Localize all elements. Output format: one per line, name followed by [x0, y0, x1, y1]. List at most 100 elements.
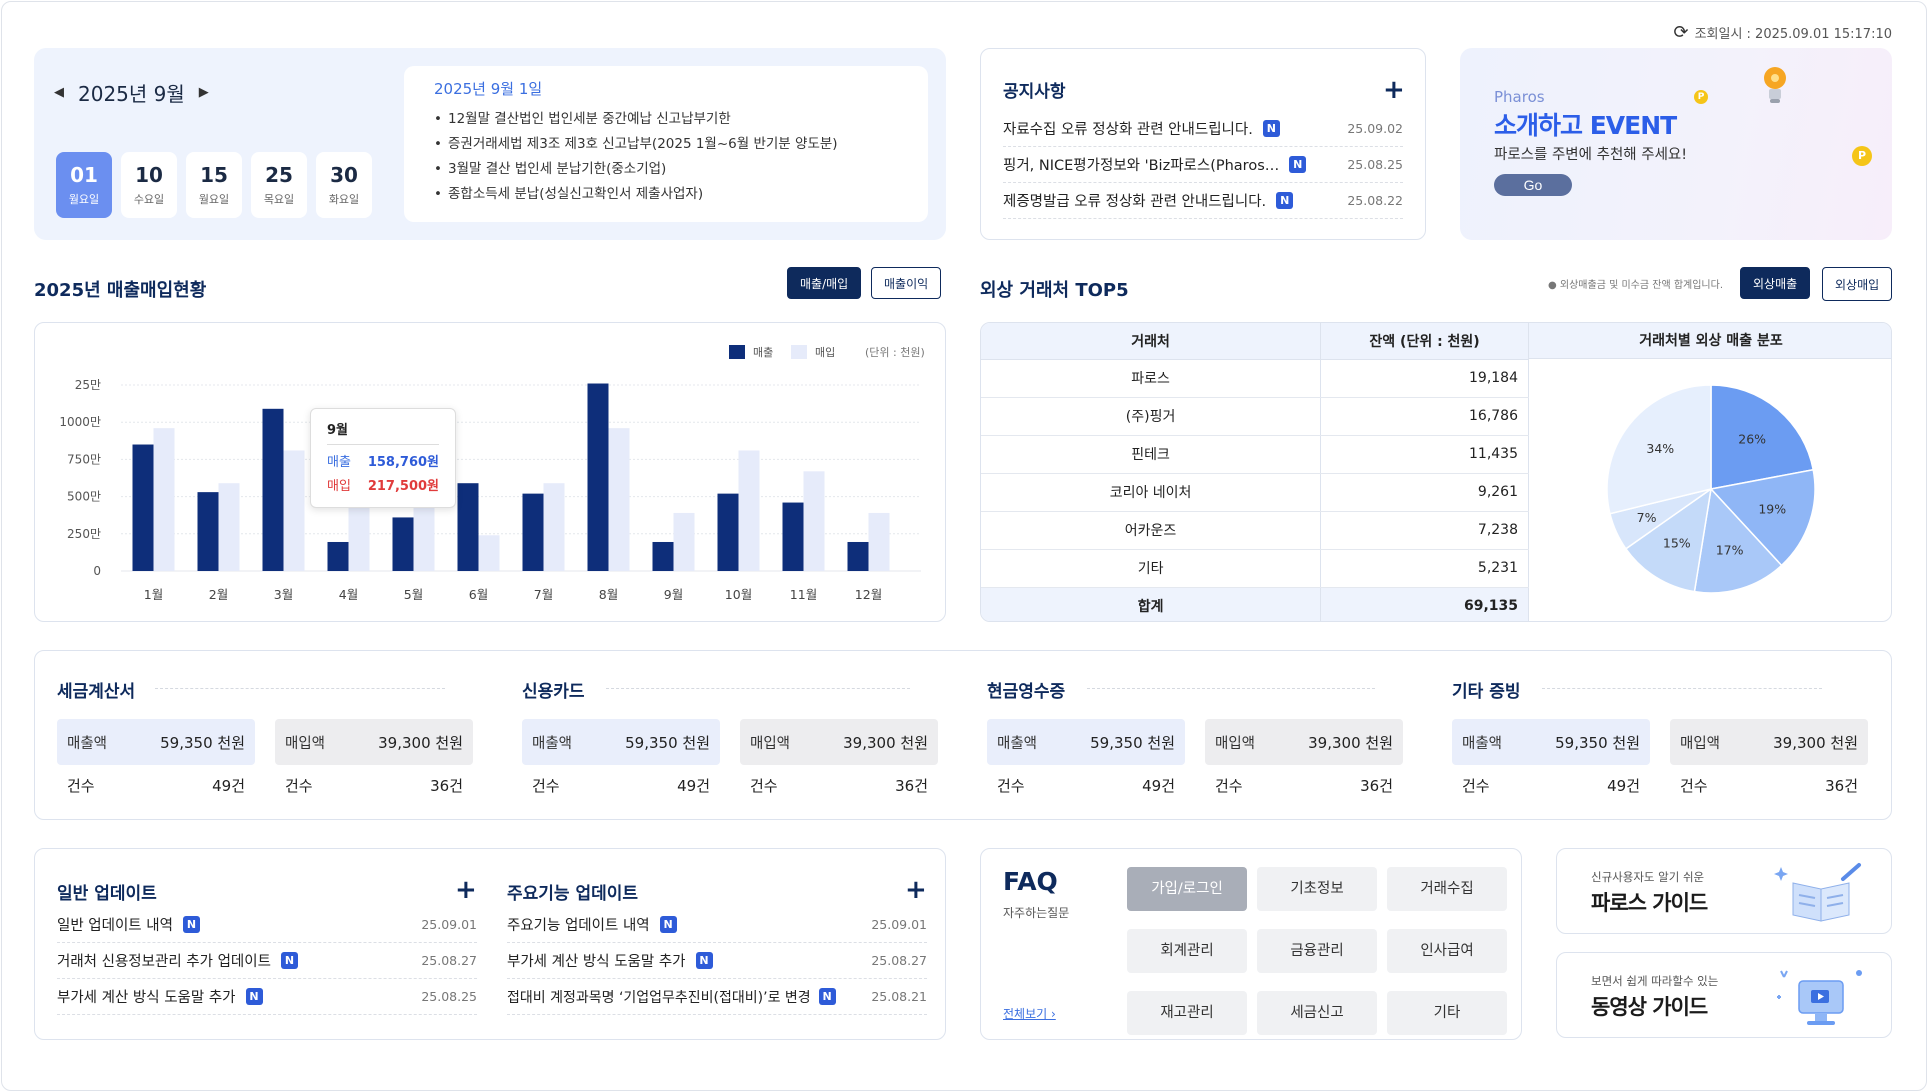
- update-item[interactable]: 접대비 계정과목명 ‘기업업무추진비(접대비)’로 변경 N 25.08.21: [507, 979, 927, 1015]
- bar-purchase[interactable]: [608, 428, 630, 571]
- sales-profit-toggle-button[interactable]: 매출이익: [871, 267, 942, 299]
- faq-category-transaction[interactable]: 거래수집: [1387, 867, 1507, 911]
- general-updates-more-icon[interactable]: +: [455, 877, 477, 903]
- bar-purchase[interactable]: [283, 450, 305, 571]
- chart-tooltip: 9월 매출 158,760원 매입 217,500원: [310, 408, 456, 508]
- sales-count: 건수 49건: [1452, 775, 1650, 799]
- bar-sales[interactable]: [392, 517, 414, 571]
- bar-purchase[interactable]: [543, 483, 565, 571]
- pill-value: 39,300 천원: [1308, 733, 1393, 752]
- event-brand: Pharos: [1494, 88, 1545, 106]
- purchase-amount-pill: 매입액 39,300 천원: [1205, 719, 1403, 765]
- event-go-button[interactable]: Go: [1494, 174, 1572, 196]
- refresh-icon[interactable]: ⟳: [1673, 22, 1688, 43]
- faq-category-payroll[interactable]: 인사급여: [1387, 929, 1507, 973]
- faq-category-signup[interactable]: 가입/로그인: [1127, 867, 1247, 911]
- update-item-date: 25.08.25: [421, 989, 477, 1004]
- day-chip[interactable]: 01 월요일: [56, 152, 112, 218]
- major-updates-more-icon[interactable]: +: [905, 877, 927, 903]
- coin-icon: P: [1852, 146, 1872, 166]
- table-row[interactable]: 코리아 네이처 9,261: [981, 473, 1529, 512]
- update-item-text: 일반 업데이트 내역: [57, 918, 173, 934]
- day-chip[interactable]: 15 월요일: [186, 152, 242, 218]
- faq-category-basic-info[interactable]: 기초정보: [1257, 867, 1377, 911]
- legend-label-sales: 매출: [753, 346, 773, 359]
- faq-category-accounting[interactable]: 회계관리: [1127, 929, 1247, 973]
- evidence-block-credit-card: 신용카드 매출액 59,350 천원 매입액 39,300 천원 건수 49건 건수 3…: [500, 651, 938, 821]
- faq-category-finance[interactable]: 금융관리: [1257, 929, 1377, 973]
- divider: [1087, 688, 1375, 689]
- notice-item-date: 25.09.02: [1347, 121, 1403, 136]
- table-row[interactable]: 기타 5,231: [981, 549, 1529, 588]
- video-guide-card[interactable]: 보면서 쉽게 따라할수 있는 동영상 가이드: [1556, 952, 1892, 1038]
- bar-sales[interactable]: [197, 492, 219, 571]
- new-badge: N: [818, 988, 836, 1005]
- bar-purchase[interactable]: [673, 512, 695, 571]
- update-item[interactable]: 주요기능 업데이트 내역 N 25.09.01: [507, 907, 927, 943]
- next-month-icon[interactable]: ▶: [199, 85, 209, 100]
- update-item[interactable]: 거래처 신용정보관리 추가 업데이트 N 25.08.27: [57, 943, 477, 979]
- new-badge: N: [659, 916, 677, 933]
- purchase-count: 건수 36건: [1670, 775, 1868, 799]
- divider: [1542, 688, 1822, 689]
- table-row[interactable]: 어카운즈 7,238: [981, 511, 1529, 550]
- total-label: 합계: [981, 587, 1322, 621]
- notice-item[interactable]: 제증명발급 오류 정상화 관련 안내드립니다. N 25.08.22: [1003, 183, 1403, 219]
- refresh-status[interactable]: ⟳ 조회일시 : 2025.09.01 15:17:10: [1673, 22, 1892, 43]
- bar-purchase[interactable]: [803, 471, 825, 571]
- sales-section-title: 2025년 매출매입현황: [34, 280, 207, 301]
- prev-month-icon[interactable]: ◀: [54, 85, 64, 100]
- bar-purchase[interactable]: [738, 450, 760, 571]
- x-tick-label: 12월: [855, 587, 882, 602]
- faq-category-inventory[interactable]: 재고관리: [1127, 991, 1247, 1035]
- legend-swatch-sales: [729, 345, 745, 359]
- update-item[interactable]: 일반 업데이트 내역 N 25.09.01: [57, 907, 477, 943]
- notice-more-icon[interactable]: +: [1383, 77, 1405, 103]
- faq-category-tax-filing[interactable]: 세금신고: [1257, 991, 1377, 1035]
- bar-purchase[interactable]: [478, 535, 500, 571]
- notice-item[interactable]: 자료수집 오류 정상화 관련 안내드립니다. N 25.09.02: [1003, 111, 1403, 147]
- update-item[interactable]: 부가세 계산 방식 도움말 추가 N 25.08.25: [57, 979, 477, 1015]
- update-item[interactable]: 부가세 계산 방식 도움말 추가 N 25.08.27: [507, 943, 927, 979]
- bar-sales[interactable]: [457, 483, 479, 571]
- bar-sales[interactable]: [782, 502, 804, 571]
- pharos-guide-card[interactable]: 신규사용자도 알기 쉬운 파로스 가이드: [1556, 848, 1892, 934]
- day-chip[interactable]: 10 수요일: [121, 152, 177, 218]
- bar-sales[interactable]: [522, 493, 544, 571]
- new-badge: N: [182, 916, 200, 933]
- notice-item[interactable]: 핑거, NICE평가정보와 'Biz파로스(Pharos… N 25.08.25: [1003, 147, 1403, 183]
- day-number: 30: [330, 163, 358, 187]
- event-banner[interactable]: Pharos 소개하고 EVENT 파로스를 주변에 추천해 주세요! Go P…: [1460, 48, 1892, 240]
- evidence-block-other: 기타 증빙 매출액 59,350 천원 매입액 39,300 천원 건수 49건 건수…: [1430, 651, 1868, 821]
- update-item-date: 25.09.01: [421, 917, 477, 932]
- count-label: 건수: [67, 777, 95, 795]
- bar-sales[interactable]: [847, 541, 869, 571]
- bar-sales[interactable]: [717, 493, 739, 571]
- faq-category-etc[interactable]: 기타: [1387, 991, 1507, 1035]
- purchase-amount-pill: 매입액 39,300 천원: [275, 719, 473, 765]
- tax-calendar-panel: ◀ 2025년 9월 ▶ 01 월요일 10 수요일 15 월요일 25 목요일 30 화…: [34, 48, 946, 240]
- bar-purchase[interactable]: [153, 428, 175, 571]
- day-chip[interactable]: 30 화요일: [316, 152, 372, 218]
- sales-purchase-toggle-button[interactable]: 매출/매입: [787, 267, 862, 299]
- bar-sales[interactable]: [327, 541, 349, 571]
- bar-purchase[interactable]: [218, 483, 240, 571]
- bar-sales[interactable]: [132, 444, 154, 571]
- receivable-purchase-button[interactable]: 외상매입: [1822, 267, 1893, 301]
- day-chip[interactable]: 25 목요일: [251, 152, 307, 218]
- day-number: 15: [200, 163, 228, 187]
- bar-sales[interactable]: [652, 541, 674, 571]
- evidence-block-tax-invoice: 세금계산서 매출액 59,350 천원 매입액 39,300 천원 건수 49건 건수…: [35, 651, 473, 821]
- pie-slice-label: 15%: [1663, 536, 1691, 551]
- bar-purchase[interactable]: [868, 512, 890, 571]
- receivable-sales-button[interactable]: 외상매출: [1740, 267, 1811, 299]
- bar-sales[interactable]: [587, 383, 609, 571]
- pill-value: 59,350 천원: [1555, 733, 1640, 752]
- faq-view-all-link[interactable]: 전체보기 ›: [1003, 1005, 1056, 1022]
- bar-sales[interactable]: [262, 408, 284, 571]
- table-row[interactable]: 핀테크 11,435: [981, 435, 1529, 474]
- guide-title: 동영상 가이드: [1591, 995, 1708, 1019]
- table-row[interactable]: 파로스 19,184: [981, 359, 1529, 398]
- schedule-item: 3월말 결산 법인세 분납기한(중소기업): [434, 157, 898, 182]
- table-row[interactable]: (주)핑거 16,786: [981, 397, 1529, 436]
